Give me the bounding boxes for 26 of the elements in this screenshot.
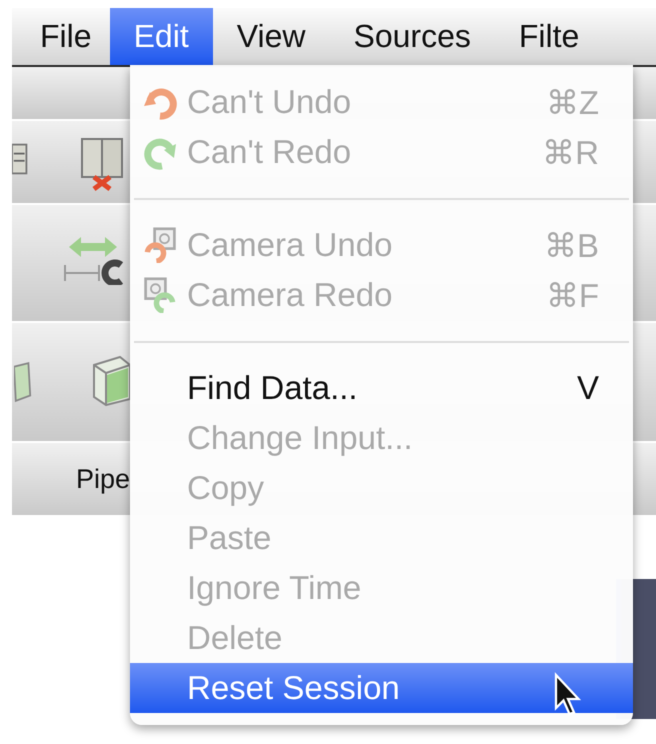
menu-item-label: Ignore Time [187,569,362,607]
menu-title[interactable]: Edit [110,8,213,65]
shortcut-label: ⌘B [544,226,599,264]
menu-item-label: Camera Undo [187,226,392,264]
menu-item-label: Find Data... [187,369,358,407]
shortcut-label: ⌘Z [546,82,599,122]
server-delete-icon [80,135,124,191]
arrow-ruler-icon [62,235,124,285]
menu-title[interactable]: Filte [494,8,604,65]
menu-title[interactable]: Sources [329,8,495,65]
menu-item[interactable]: Find Data... V [130,363,633,413]
menu-item-label: Reset Session [187,669,400,707]
menu-item-label: Can't Undo [187,83,352,121]
menu-item-label: Paste [187,519,272,557]
shortcut-label: ⌘R [542,132,599,172]
shortcut-label: ⌘F [546,276,599,314]
menu-title[interactable]: View [212,8,330,65]
shortcut-label: V [576,369,599,407]
panel-title: Pipe [76,464,130,494]
menu-item-label: Camera Redo [187,276,392,314]
menu-item-label: Can't Redo [187,133,352,171]
menu-item-label: Change Input... [187,419,413,457]
menu-item-label: Copy [187,469,264,507]
menu-item[interactable]: Reset Session [130,663,633,713]
menu-title[interactable]: File [12,8,110,65]
menu-item-label: Delete [187,619,282,657]
